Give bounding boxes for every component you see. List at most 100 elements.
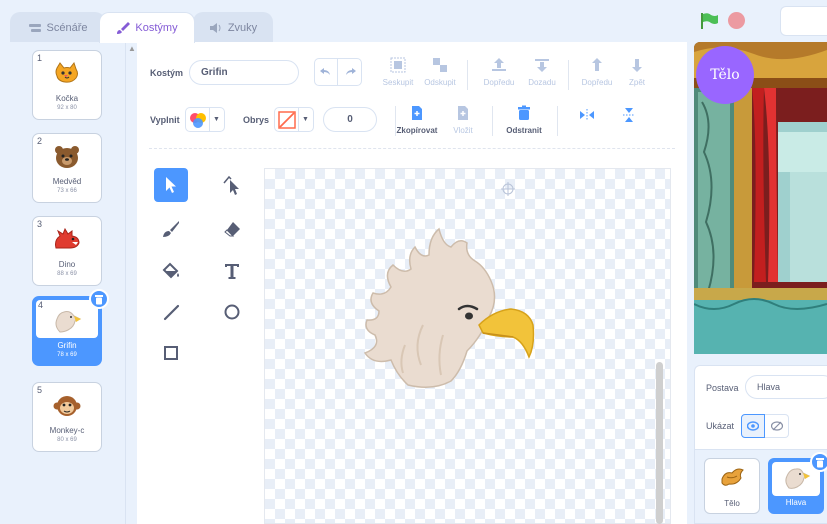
backward-label: Dozadu bbox=[528, 78, 556, 87]
trash-icon bbox=[95, 294, 103, 304]
delete-button[interactable]: Odstranit bbox=[500, 105, 548, 135]
outline-label: Obrys bbox=[243, 115, 270, 125]
reshape-icon bbox=[223, 175, 239, 195]
tab-costumes[interactable]: Kostýmy bbox=[99, 12, 195, 43]
sprite-label: Postava bbox=[706, 383, 739, 393]
dino-icon bbox=[51, 227, 83, 253]
costume-name-input[interactable]: Grifin bbox=[189, 60, 299, 85]
griffin-icon bbox=[51, 308, 83, 334]
sprite-name: Hlava bbox=[785, 498, 807, 507]
group-label: Seskupit bbox=[382, 78, 414, 87]
cursor-icon bbox=[166, 177, 176, 193]
copy-label: Zkopírovat bbox=[396, 126, 438, 135]
text-tool[interactable] bbox=[215, 254, 249, 288]
tab-sounds-label: Zvuky bbox=[227, 21, 258, 34]
costume-size: 92 x 80 bbox=[57, 105, 77, 111]
tab-code[interactable]: Scénáře bbox=[10, 12, 105, 42]
scroll-up-arrow[interactable]: ▲ bbox=[128, 44, 136, 53]
stop-icon[interactable] bbox=[728, 12, 745, 29]
code-icon bbox=[28, 23, 41, 32]
ungroup-button[interactable]: Odskupit bbox=[420, 57, 460, 87]
brush-icon bbox=[117, 22, 131, 34]
griffin-drawing[interactable] bbox=[363, 225, 543, 390]
costume-label: Kostým bbox=[150, 68, 184, 78]
group-button[interactable]: Seskupit bbox=[380, 57, 416, 87]
costume-name: Medvěd bbox=[52, 177, 82, 186]
sprite-name-input[interactable]: Hlava bbox=[745, 375, 827, 399]
speaker-icon bbox=[209, 22, 221, 33]
brush-icon bbox=[163, 221, 179, 237]
fill-label: Vyplnit bbox=[150, 115, 180, 125]
costume-item[interactable]: 1 Kočka 92 x 80 bbox=[32, 50, 102, 120]
eye-off-icon bbox=[770, 421, 783, 431]
text-icon bbox=[225, 264, 239, 279]
delete-label: Odstranit bbox=[506, 126, 542, 135]
monkey-icon bbox=[51, 393, 83, 419]
costume-item[interactable]: 2 Medvěd 73 x 66 bbox=[32, 133, 102, 203]
green-flag-icon[interactable] bbox=[700, 12, 720, 30]
hide-button[interactable] bbox=[765, 414, 789, 438]
undo-button[interactable] bbox=[314, 58, 338, 86]
backward-icon bbox=[535, 59, 549, 72]
select-tool[interactable] bbox=[154, 168, 188, 202]
brush-tool[interactable] bbox=[154, 212, 188, 246]
forward-button[interactable]: Dopředu bbox=[479, 57, 519, 87]
to-front-label: Dopředu bbox=[581, 78, 613, 87]
costume-size: 88 x 69 bbox=[57, 271, 77, 277]
costume-item-selected[interactable]: 4 Grifin 78 x 69 bbox=[32, 289, 109, 366]
to-back-button[interactable]: Zpět bbox=[619, 57, 655, 87]
to-back-label: Zpět bbox=[628, 78, 645, 87]
redo-button[interactable] bbox=[338, 58, 362, 86]
costume-size: 78 x 69 bbox=[57, 352, 77, 358]
costume-size: 80 x 69 bbox=[57, 437, 77, 443]
sprite-item-selected[interactable]: Hlava bbox=[768, 452, 827, 514]
rectangle-tool[interactable] bbox=[154, 336, 188, 370]
sprite-info-panel: Postava Hlava Ukázat bbox=[694, 365, 827, 450]
to-front-button[interactable]: Dopředu bbox=[577, 57, 617, 87]
costume-item[interactable]: 5 Monkey-c 80 x 69 bbox=[32, 382, 102, 452]
divider bbox=[568, 60, 569, 90]
delete-sprite-button[interactable] bbox=[810, 452, 827, 472]
copy-button[interactable]: Zkopírovat bbox=[393, 105, 441, 135]
paste-button[interactable]: Vložit bbox=[443, 105, 483, 135]
costume-name: Dino bbox=[58, 260, 76, 269]
delete-costume-button[interactable] bbox=[89, 289, 109, 309]
flip-horizontal-icon bbox=[580, 109, 594, 121]
group-icon bbox=[390, 57, 406, 73]
ungroup-label: Odskupit bbox=[424, 78, 456, 87]
line-icon bbox=[163, 304, 180, 321]
line-tool[interactable] bbox=[154, 295, 188, 329]
costume-number: 4 bbox=[38, 300, 44, 310]
paint-bucket-icon bbox=[162, 262, 179, 279]
canvas-scrollbar[interactable] bbox=[656, 362, 663, 524]
chevron-down-icon: ▼ bbox=[213, 116, 220, 123]
mixed-colors-icon bbox=[189, 112, 206, 128]
circle-icon bbox=[224, 304, 240, 320]
circle-tool[interactable] bbox=[215, 295, 249, 329]
divider bbox=[557, 106, 558, 136]
paste-label: Vložit bbox=[453, 126, 473, 135]
fill-tool[interactable] bbox=[154, 254, 188, 288]
to-back-icon bbox=[632, 59, 642, 72]
flip-vertical-button[interactable] bbox=[615, 107, 643, 128]
backward-button[interactable]: Dozadu bbox=[522, 57, 562, 87]
outline-width-input[interactable]: 0 bbox=[323, 107, 377, 132]
costume-number: 3 bbox=[37, 219, 43, 229]
sprite-item[interactable]: Tělo bbox=[704, 458, 760, 514]
costume-item[interactable]: 3 Dino 88 x 69 bbox=[32, 216, 102, 286]
tab-sounds[interactable]: Zvuky bbox=[193, 12, 273, 42]
bear-icon bbox=[51, 144, 83, 170]
fill-color-picker[interactable]: ▼ bbox=[185, 107, 225, 132]
costume-size: 73 x 66 bbox=[57, 188, 77, 194]
drawing-canvas[interactable] bbox=[264, 168, 671, 524]
undo-icon bbox=[320, 68, 330, 75]
stage-size-controls[interactable] bbox=[780, 6, 827, 36]
editor-tabs: Scénáře Kostýmy Zvuky bbox=[0, 0, 690, 43]
show-button[interactable] bbox=[741, 414, 765, 438]
eraser-icon bbox=[224, 222, 240, 237]
flip-horizontal-button[interactable] bbox=[573, 107, 601, 128]
outline-color-picker[interactable]: ▼ bbox=[274, 107, 314, 132]
costume-name: Monkey-c bbox=[49, 426, 85, 435]
eraser-tool[interactable] bbox=[215, 212, 249, 246]
reshape-tool[interactable] bbox=[215, 168, 249, 202]
